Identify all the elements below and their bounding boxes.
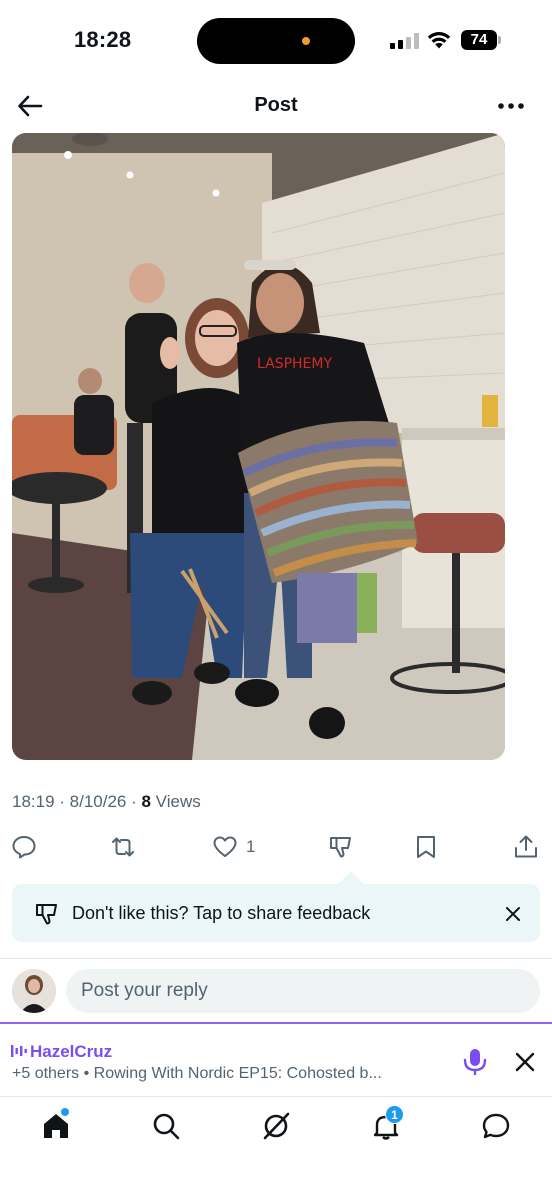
nav-search[interactable] [151,1111,181,1141]
post-photo[interactable]: LASPHEMY [12,133,505,760]
mic-icon[interactable] [462,1048,488,1076]
views-count: 8 [141,792,151,811]
bottom-nav: 1 [0,1096,552,1200]
cellular-signal-icon [390,33,420,49]
nav-messages[interactable] [481,1111,511,1141]
status-time: 18:28 [74,27,132,52]
post-meta: 18:19 · 8/10/26 · 8 Views [12,792,201,811]
like-button[interactable]: 1 [212,832,255,862]
feedback-banner[interactable]: Don't like this? Tap to share feedback [12,871,540,942]
spaces-host: HazelCruz [30,1042,113,1061]
search-icon [153,1113,180,1140]
reply-button[interactable] [11,832,37,862]
post-header: Post [0,80,552,132]
repost-button[interactable] [109,832,137,862]
avatar[interactable] [12,969,56,1013]
messages-icon [482,1113,510,1139]
repost-icon [112,837,134,857]
dynamic-island [197,18,355,64]
views-label: Views [150,792,201,811]
close-icon[interactable] [514,1051,536,1073]
dislike-button[interactable] [328,832,354,862]
notification-badge: 1 [385,1105,404,1124]
svg-text:LASPHEMY: LASPHEMY [257,356,332,372]
bookmark-button[interactable] [413,832,439,862]
battery-icon: 74 [461,30,501,50]
heart-icon [213,836,237,857]
bookmark-icon [417,836,435,858]
dislike-icon [34,901,60,927]
more-icon[interactable] [496,92,526,120]
reply-input[interactable] [66,969,540,1013]
nav-grok[interactable] [261,1111,291,1141]
spaces-bar[interactable]: HazelCruz +5 others • Rowing With Nordic… [0,1022,552,1095]
share-icon [515,835,537,858]
battery-level: 74 [461,30,497,50]
live-audio-icon [11,1044,27,1058]
post-actions: 1 [0,830,552,864]
wifi-icon [426,30,452,50]
nav-notifications[interactable]: 1 [371,1105,404,1141]
spaces-subtitle: +5 others • Rowing With Nordic EP15: Coh… [12,1065,382,1082]
unread-dot [61,1108,69,1116]
grok-icon [263,1112,290,1140]
reply-icon [12,836,36,859]
divider [0,958,552,959]
dislike-icon [330,837,351,858]
recording-indicator [302,37,310,45]
share-button[interactable] [513,832,539,862]
nav-home[interactable] [41,1108,71,1141]
like-count: 1 [246,837,256,856]
page-title: Post [254,94,298,116]
status-bar: 18:28 74 [0,0,552,80]
close-icon[interactable] [502,903,524,925]
feedback-text: Don't like this? Tap to share feedback [72,903,371,923]
post-timestamp: 18:19 · 8/10/26 [12,792,127,811]
